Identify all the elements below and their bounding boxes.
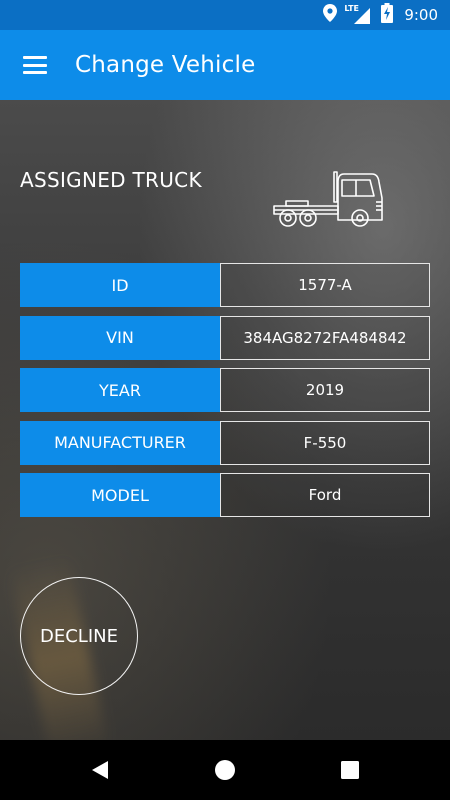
- truck-info-table: ID 1577-A VIN 384AG8272FA484842 YEAR 201…: [20, 263, 430, 526]
- signal-icon: LTE: [344, 4, 372, 24]
- decline-button[interactable]: DECLINE: [20, 577, 138, 695]
- field-label: ID: [20, 263, 220, 307]
- recents-icon[interactable]: [338, 758, 362, 782]
- assigned-truck-heading: ASSIGNED TRUCK: [20, 168, 202, 192]
- status-bar: LTE 9:00: [0, 0, 450, 30]
- clock: 9:00: [404, 6, 438, 24]
- info-row-year: YEAR 2019: [20, 368, 430, 412]
- hamburger-menu-icon[interactable]: [23, 56, 47, 74]
- field-label: MODEL: [20, 473, 220, 517]
- field-value: 2019: [220, 368, 430, 412]
- field-label: VIN: [20, 315, 220, 360]
- location-icon: [323, 3, 338, 27]
- page-title: Change Vehicle: [75, 52, 256, 78]
- battery-charging-icon: [381, 2, 394, 28]
- semi-truck-icon: [273, 171, 383, 227]
- system-nav-bar: [0, 740, 450, 800]
- field-value: 1577-A: [220, 263, 430, 307]
- home-icon[interactable]: [213, 758, 237, 782]
- field-label: MANUFACTURER: [20, 420, 220, 465]
- info-row-manufacturer: MANUFACTURER F-550: [20, 420, 430, 465]
- app-bar: Change Vehicle: [0, 30, 450, 100]
- main-content: ASSIGNED TRUCK ID 1577-A VIN 384AG8272FA…: [0, 100, 450, 740]
- field-value: 384AG8272FA484842: [220, 315, 430, 360]
- field-value: F-550: [220, 420, 430, 465]
- back-icon[interactable]: [88, 758, 112, 782]
- info-row-vin: VIN 384AG8272FA484842: [20, 315, 430, 360]
- field-label: YEAR: [20, 368, 220, 412]
- info-row-model: MODEL Ford: [20, 473, 430, 517]
- field-value: Ford: [220, 473, 430, 517]
- info-row-id: ID 1577-A: [20, 263, 430, 307]
